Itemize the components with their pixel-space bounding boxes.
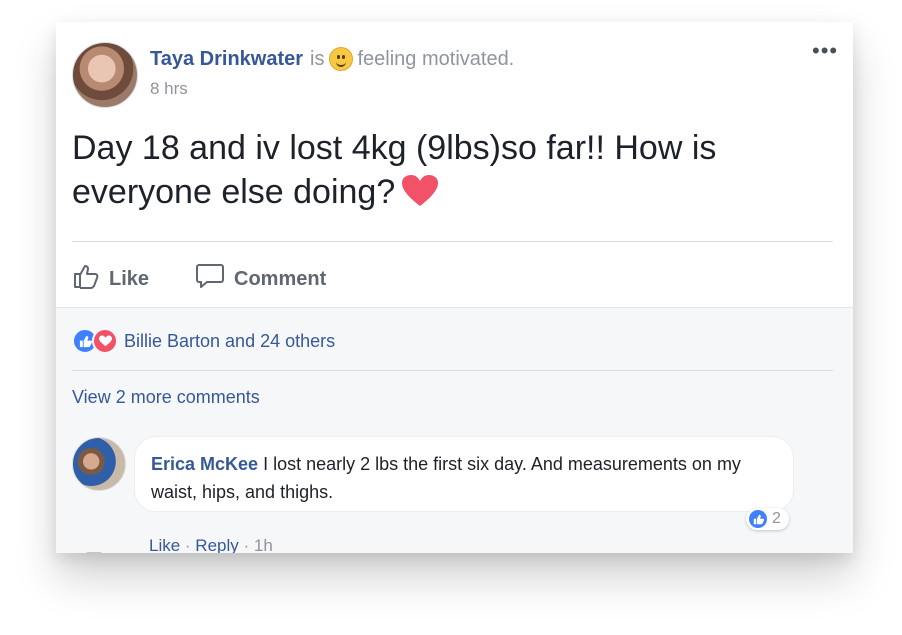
like-label: Like (109, 267, 150, 290)
like-reaction-icon (749, 510, 767, 528)
comment-icon (195, 262, 234, 296)
heart-icon (401, 174, 439, 219)
comment-label: Comment (234, 267, 327, 290)
comment-timestamp[interactable]: 1h (254, 536, 273, 553)
author-avatar[interactable] (72, 42, 138, 108)
like-button[interactable]: Like (72, 262, 149, 296)
is-text: is (310, 47, 325, 70)
smile-emoji-icon (329, 47, 354, 71)
author-name[interactable]: Taya Drinkwater (150, 48, 303, 71)
comment-bubble: Erica McKee I lost nearly 2 lbs the first… (134, 436, 794, 512)
divider (72, 370, 833, 371)
comment-actions: Like · Reply · 1h (149, 536, 273, 553)
post-timestamp[interactable]: 8 hrs (150, 79, 188, 99)
next-comment-avatar (86, 552, 102, 553)
commenter-avatar[interactable] (72, 437, 126, 491)
post-main: Taya Drinkwater is feeling motivated. 8 … (56, 22, 853, 307)
comment-author[interactable]: Erica McKee (151, 454, 258, 474)
comment-like-link[interactable]: Like (149, 536, 180, 553)
comment-reaction-count[interactable]: 2 (746, 508, 789, 530)
love-reaction-icon (92, 328, 118, 354)
post-body: Day 18 and iv lost 4kg (9lbs)so far!! Ho… (72, 126, 812, 219)
reaction-summary-text: Billie Barton and 24 others (124, 330, 336, 351)
separator: · (180, 536, 196, 553)
post-header: Taya Drinkwater is feeling motivated. (150, 47, 514, 71)
reaction-summary[interactable]: Billie Barton and 24 others (72, 328, 335, 354)
feeling-text[interactable]: feeling motivated. (357, 48, 514, 71)
post-card: Taya Drinkwater is feeling motivated. 8 … (56, 22, 853, 553)
comment-button[interactable]: Comment (195, 262, 326, 296)
view-more-comments-link[interactable]: View 2 more comments (72, 387, 260, 408)
comment-reply-link[interactable]: Reply (195, 536, 238, 553)
thumbs-up-icon (72, 262, 109, 296)
post-feedback: Billie Barton and 24 others View 2 more … (56, 307, 853, 553)
post-text: Day 18 and iv lost 4kg (9lbs)so far!! Ho… (72, 129, 717, 211)
more-options-icon[interactable]: ••• (812, 40, 838, 62)
separator: · (238, 536, 254, 553)
divider (72, 241, 833, 242)
reaction-count: 2 (772, 510, 781, 527)
